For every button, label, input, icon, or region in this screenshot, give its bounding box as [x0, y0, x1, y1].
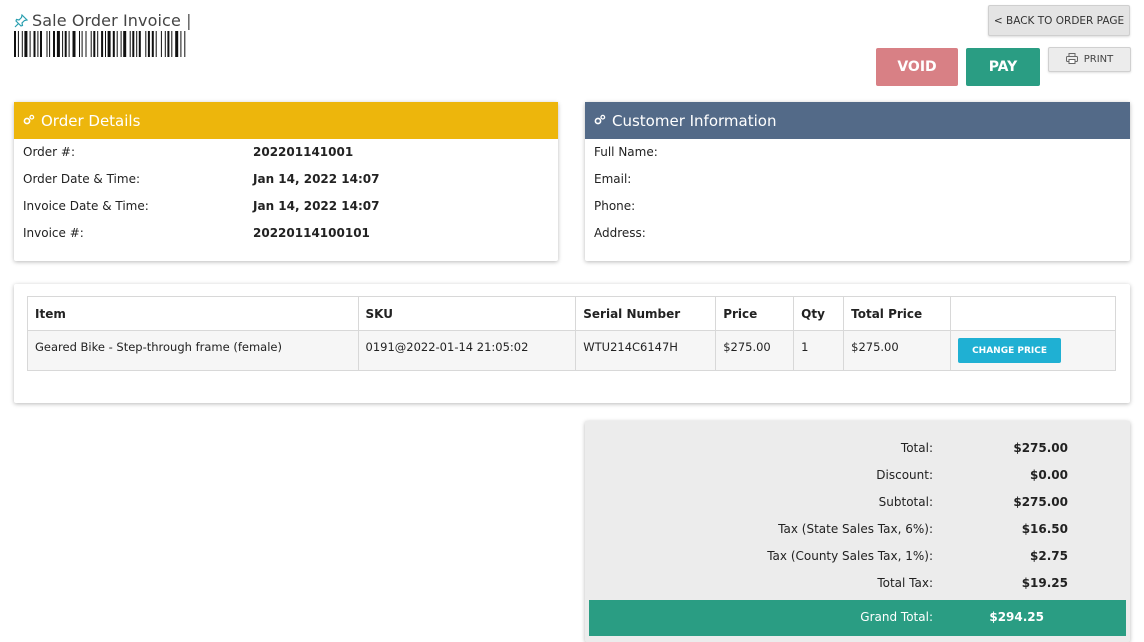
order-date-label: Order Date & Time:	[23, 172, 140, 186]
back-to-order-button[interactable]: < BACK TO ORDER PAGE	[988, 5, 1130, 36]
cogs-icon	[23, 112, 35, 130]
customer-info-panel: Customer Information Full Name: Email: P…	[585, 102, 1130, 261]
invoice-number-row: Invoice #: 20220114100101	[14, 220, 558, 247]
cell-total: $275.00	[843, 330, 952, 371]
col-header-qty: Qty	[793, 296, 845, 331]
order-date-row: Order Date & Time: Jan 14, 2022 14:07	[14, 166, 558, 193]
cell-serial: WTU214C6147H	[575, 330, 717, 371]
print-label: PRINT	[1083, 54, 1114, 65]
email-label: Email:	[594, 172, 632, 186]
county-tax-value: $2.75	[1030, 549, 1068, 563]
pay-button[interactable]: PAY	[966, 48, 1040, 86]
void-button[interactable]: VOID	[876, 48, 958, 86]
col-header-action	[950, 296, 1116, 331]
barcode-image	[14, 31, 186, 57]
printer-icon	[1065, 52, 1078, 67]
discount-value: $0.00	[1030, 468, 1068, 482]
cell-action: CHANGE PRICE	[950, 330, 1116, 371]
address-label: Address:	[594, 226, 646, 240]
order-details-header: Order Details	[14, 102, 558, 139]
total-tax-label: Total Tax:	[877, 576, 933, 590]
cogs-icon	[594, 112, 606, 130]
address-row: Address:	[585, 220, 1130, 247]
state-tax-label: Tax (State Sales Tax, 6%):	[778, 522, 933, 536]
cell-item: Geared Bike - Step-through frame (female…	[27, 330, 359, 371]
table-row: Geared Bike - Step-through frame (female…	[27, 330, 1116, 371]
order-number-row: Order #: 202201141001	[14, 139, 558, 166]
total-row: Total: $275.00	[585, 435, 1130, 462]
col-header-serial: Serial Number	[575, 296, 717, 331]
total-value: $275.00	[1013, 441, 1068, 455]
pin-icon	[14, 13, 28, 28]
change-price-button[interactable]: CHANGE PRICE	[958, 338, 1062, 363]
col-header-price: Price	[715, 296, 795, 331]
phone-row: Phone:	[585, 193, 1130, 220]
cell-price: $275.00	[715, 330, 795, 371]
cell-qty: 1	[793, 330, 845, 371]
order-details-panel: Order Details Order #: 202201141001 Orde…	[14, 102, 558, 261]
totals-panel: Total: $275.00 Discount: $0.00 Subtotal:…	[585, 421, 1130, 642]
table-header-row: Item SKU Serial Number Price Qty Total P…	[27, 296, 1116, 331]
total-label: Total:	[900, 441, 933, 455]
phone-label: Phone:	[594, 199, 636, 213]
county-tax-row: Tax (County Sales Tax, 1%): $2.75	[585, 543, 1130, 570]
grand-total-value: $294.25	[989, 610, 1044, 624]
title-area: Sale Order Invoice	[14, 11, 192, 30]
invoice-date-row: Invoice Date & Time: Jan 14, 2022 14:07	[14, 193, 558, 220]
customer-info-header: Customer Information	[585, 102, 1130, 139]
full-name-row: Full Name:	[585, 139, 1130, 166]
items-panel: Item SKU Serial Number Price Qty Total P…	[14, 284, 1130, 403]
state-tax-value: $16.50	[1021, 522, 1068, 536]
county-tax-label: Tax (County Sales Tax, 1%):	[767, 549, 933, 563]
total-tax-row: Total Tax: $19.25	[585, 570, 1130, 597]
grand-total-bar: Grand Total: $294.25	[589, 600, 1126, 636]
invoice-number-value: 20220114100101	[253, 226, 370, 240]
state-tax-row: Tax (State Sales Tax, 6%): $16.50	[585, 516, 1130, 543]
subtotal-value: $275.00	[1013, 495, 1068, 509]
email-row: Email:	[585, 166, 1130, 193]
total-tax-value: $19.25	[1021, 576, 1068, 590]
col-header-item: Item	[27, 296, 359, 331]
order-date-value: Jan 14, 2022 14:07	[253, 172, 380, 186]
discount-row: Discount: $0.00	[585, 462, 1130, 489]
col-header-sku: SKU	[357, 296, 577, 331]
customer-info-title: Customer Information	[612, 111, 777, 130]
order-details-title: Order Details	[41, 111, 141, 130]
order-number-label: Order #:	[23, 145, 76, 159]
full-name-label: Full Name:	[594, 145, 658, 159]
page-title: Sale Order Invoice	[32, 11, 192, 30]
subtotal-label: Subtotal:	[878, 495, 933, 509]
print-button[interactable]: PRINT	[1048, 47, 1131, 72]
order-number-value: 202201141001	[253, 145, 354, 159]
col-header-total: Total Price	[843, 296, 952, 331]
subtotal-row: Subtotal: $275.00	[585, 489, 1130, 516]
items-table: Item SKU Serial Number Price Qty Total P…	[27, 296, 1116, 371]
invoice-date-value: Jan 14, 2022 14:07	[253, 199, 380, 213]
cell-sku: 0191@2022-01-14 21:05:02	[357, 330, 577, 371]
invoice-date-label: Invoice Date & Time:	[23, 199, 149, 213]
grand-total-label: Grand Total:	[860, 610, 933, 624]
invoice-number-label: Invoice #:	[23, 226, 84, 240]
discount-label: Discount:	[876, 468, 933, 482]
